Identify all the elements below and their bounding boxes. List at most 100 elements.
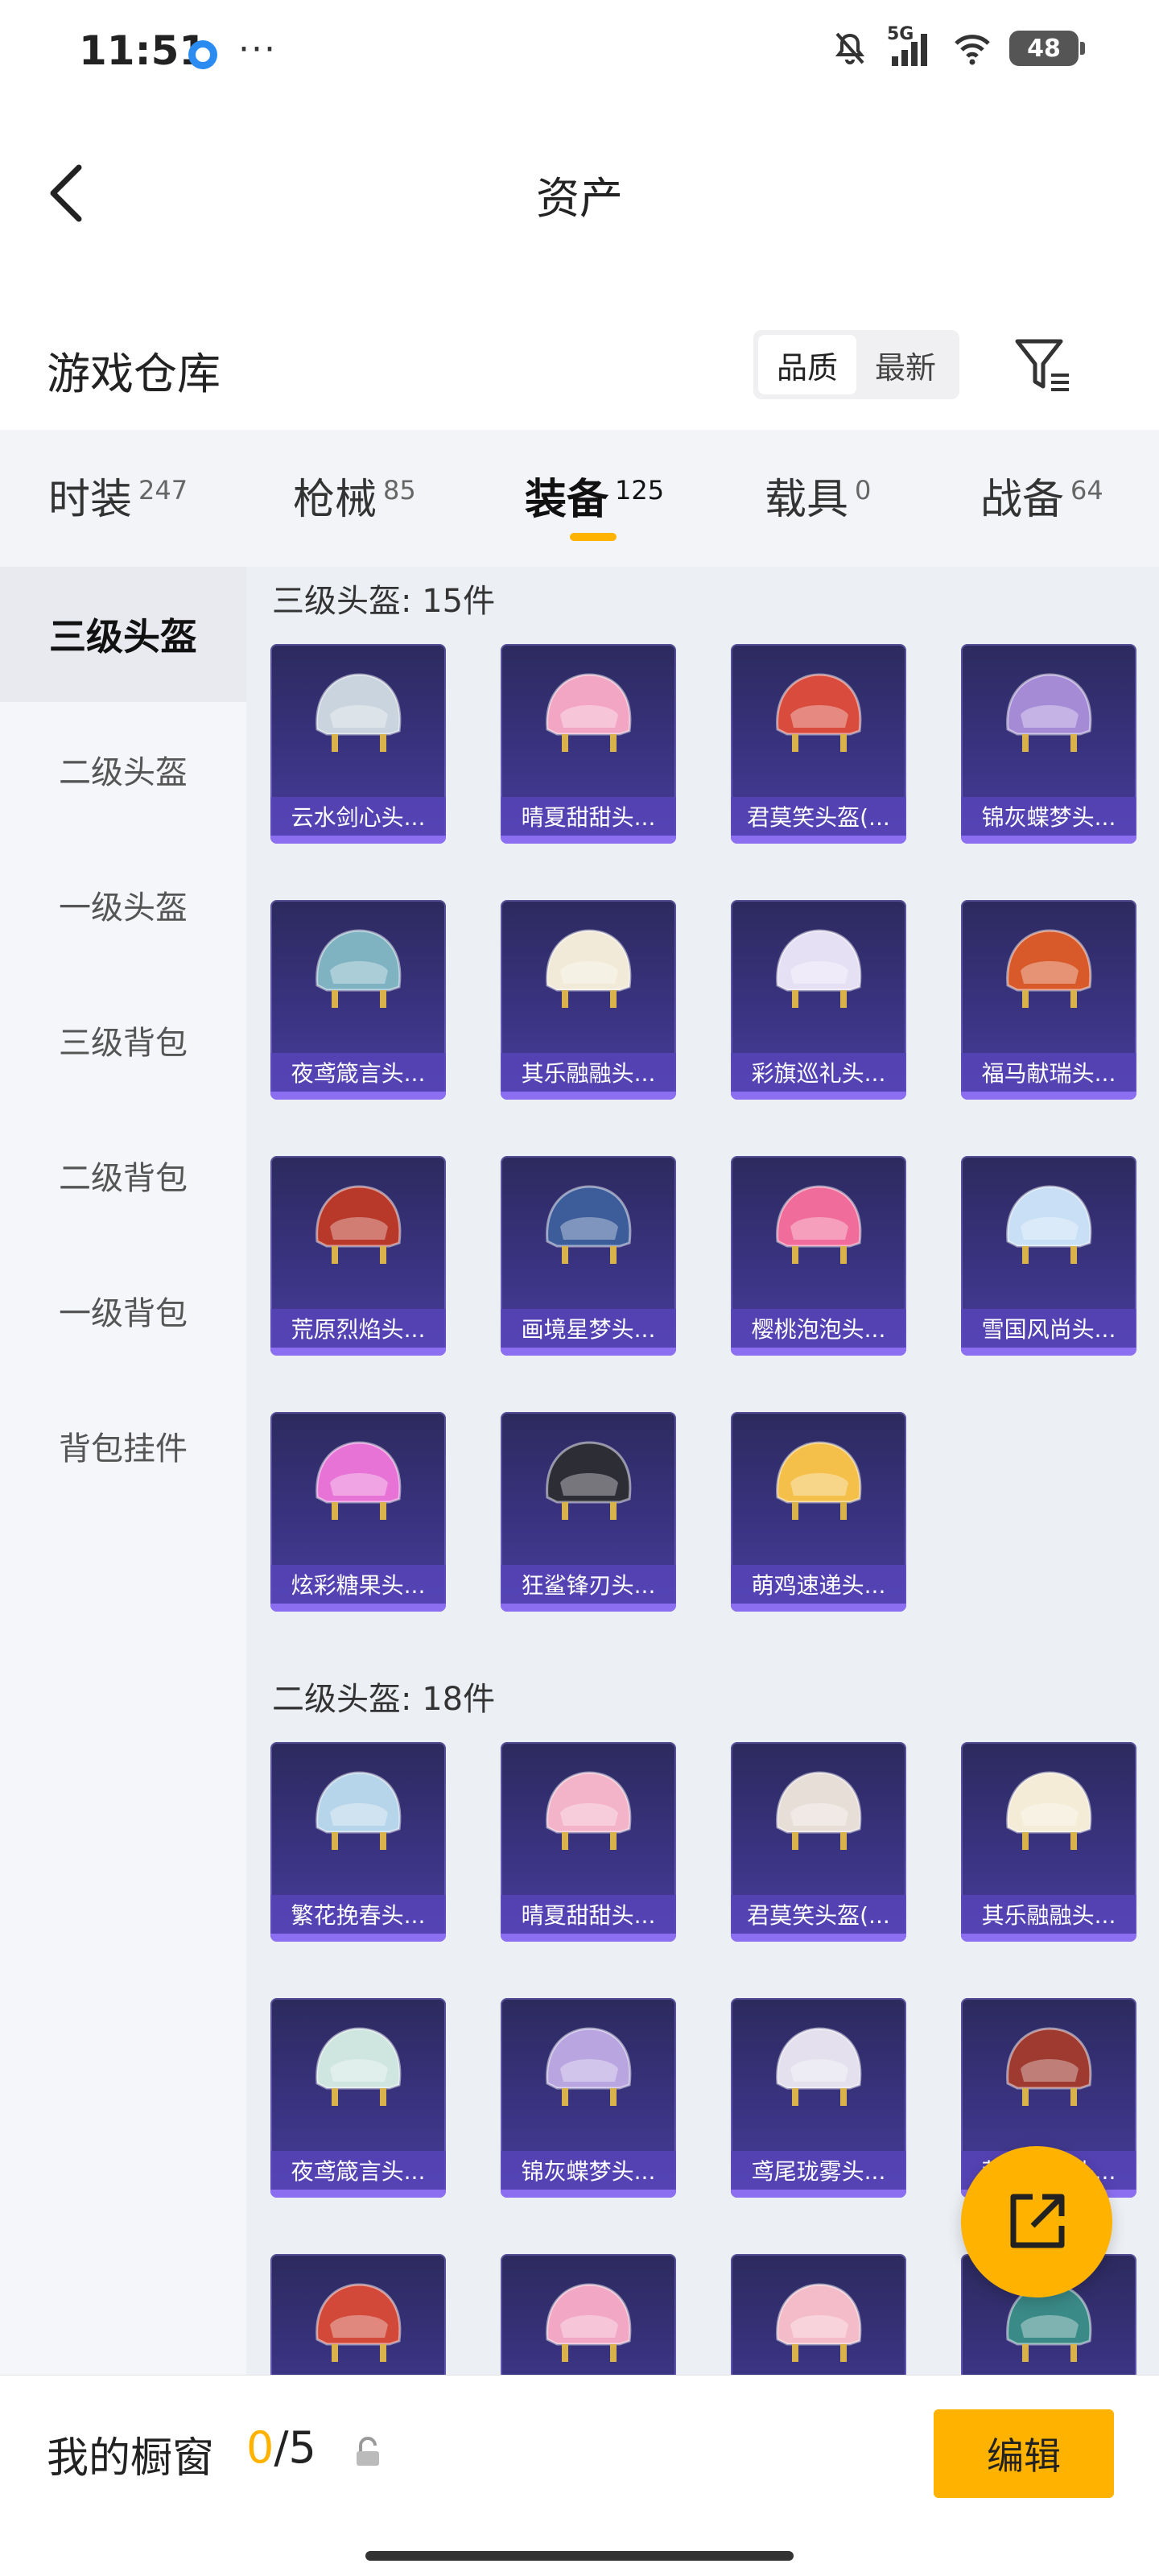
rarity-bar [961, 1348, 1136, 1356]
edit-button[interactable]: 编辑 [934, 2409, 1114, 2498]
wifi-icon [955, 35, 990, 65]
showcase-count: 0/5 [246, 2422, 316, 2473]
rarity-bar [501, 1348, 676, 1356]
status-time: 11:51 [79, 27, 208, 74]
item-card[interactable]: 鸢尾珑雾头... [731, 1998, 906, 2198]
helmet-icon [776, 1771, 862, 1850]
item-card[interactable]: 福马献瑞头... [961, 900, 1136, 1100]
item-card[interactable] [501, 2254, 676, 2375]
rarity-bar [501, 836, 676, 844]
tab-count: 125 [615, 474, 665, 506]
item-card[interactable]: 炫彩糖果头... [270, 1412, 446, 1612]
sidebar-item-level2-backpack[interactable]: 二级背包 [0, 1108, 246, 1243]
category-tabs: 时装 247 枪械 85 装备 125 载具 0 战备 64 [0, 430, 1159, 567]
tab-equipment[interactable]: 装备 125 [525, 465, 664, 526]
mute-bell-icon [835, 32, 865, 64]
warehouse-title: 游戏仓库 [47, 349, 221, 399]
item-card[interactable]: 彩旗巡礼头... [731, 900, 906, 1100]
tab-vehicles[interactable]: 载具 0 [765, 465, 871, 526]
app-notification-icon [188, 40, 217, 69]
item-name: 雪国风尚头... [961, 1309, 1136, 1348]
sidebar-item-level3-backpack[interactable]: 三级背包 [0, 972, 246, 1108]
item-card[interactable]: 荒原烈焰头... [270, 1156, 446, 1356]
helmet-icon [776, 1441, 862, 1520]
sort-quality-option[interactable]: 品质 [758, 335, 856, 394]
item-name: 锦灰蝶梦头... [501, 2151, 676, 2190]
rarity-bar [731, 1604, 906, 1612]
sidebar-item-level1-helmet[interactable]: 一级头盔 [0, 837, 246, 972]
battery-icon: 48 [1009, 31, 1085, 66]
sidebar-item-level1-backpack[interactable]: 一级背包 [0, 1243, 246, 1378]
item-card[interactable]: 君莫笑头盔(... [731, 1742, 906, 1942]
item-card[interactable]: 画境星梦头... [501, 1156, 676, 1356]
showcase-count-total: /5 [274, 2422, 316, 2473]
active-tab-indicator [570, 533, 617, 541]
item-card[interactable] [270, 2254, 446, 2375]
filter-icon[interactable] [1011, 333, 1075, 398]
rarity-bar [961, 1934, 1136, 1942]
helmet-icon [316, 2027, 402, 2106]
item-card[interactable] [731, 2254, 906, 2375]
tab-firearms[interactable]: 枪械 85 [293, 465, 416, 526]
sidebar-item-level2-helmet[interactable]: 二级头盔 [0, 702, 246, 837]
tab-label: 时装 [48, 476, 133, 524]
item-card[interactable]: 樱桃泡泡头... [731, 1156, 906, 1356]
status-bar: 11:51 ··· 5G 48 [0, 0, 1159, 105]
rarity-bar [270, 1092, 446, 1100]
helmet-icon [776, 2283, 862, 2362]
item-name: 其乐融融头... [501, 1053, 676, 1092]
rarity-bar [731, 1348, 906, 1356]
item-card[interactable]: 其乐融融头... [961, 1742, 1136, 1942]
sidebar-item-level3-helmet[interactable]: 三级头盔 [0, 567, 246, 702]
item-name: 云水剑心头... [270, 797, 446, 836]
tab-battle-gear[interactable]: 战备 64 [980, 465, 1103, 526]
network-label: 5G [887, 24, 914, 44]
signal-icon: 5G [887, 24, 935, 68]
tab-count: 64 [1070, 474, 1103, 506]
rarity-bar [270, 836, 446, 844]
page-title: 资产 [536, 173, 623, 224]
item-name: 夜鸢箴言头... [270, 1053, 446, 1092]
helmet-icon [316, 673, 402, 752]
header: 资产 [0, 129, 1159, 250]
rarity-bar [270, 1348, 446, 1356]
tab-fashion[interactable]: 时装 247 [48, 465, 188, 526]
section-title: 三级头盔: 15件 [272, 583, 496, 620]
item-card[interactable]: 雪国风尚头... [961, 1156, 1136, 1356]
share-button[interactable] [961, 2146, 1112, 2297]
rarity-bar [731, 1934, 906, 1942]
item-card[interactable]: 繁花挽春头... [270, 1742, 446, 1942]
item-name: 君莫笑头盔(... [731, 797, 906, 836]
item-card[interactable]: 夜鸢箴言头... [270, 900, 446, 1100]
rarity-bar [731, 836, 906, 844]
item-name: 夜鸢箴言头... [270, 2151, 446, 2190]
showcase-count-current: 0 [246, 2422, 274, 2473]
rarity-bar [731, 1092, 906, 1100]
helmet-icon [316, 1185, 402, 1264]
helmet-icon [1006, 1185, 1092, 1264]
item-name: 荒原烈焰头... [270, 1309, 446, 1348]
rarity-bar [270, 2190, 446, 2198]
rarity-bar [270, 1604, 446, 1612]
item-name: 彩旗巡礼头... [731, 1053, 906, 1092]
item-card[interactable]: 狂鲨锋刃头... [501, 1412, 676, 1612]
item-card[interactable]: 君莫笑头盔(... [731, 644, 906, 844]
sort-newest-option[interactable]: 最新 [856, 335, 955, 394]
helmet-icon [546, 1441, 632, 1520]
item-card[interactable]: 萌鸡速递头... [731, 1412, 906, 1612]
item-card[interactable]: 其乐融融头... [501, 900, 676, 1100]
item-card[interactable]: 锦灰蝶梦头... [961, 644, 1136, 844]
helmet-icon [1006, 929, 1092, 1008]
helmet-icon [1006, 2027, 1092, 2106]
sidebar-item-backpack-charm[interactable]: 背包挂件 [0, 1378, 246, 1513]
item-card[interactable]: 晴夏甜甜头... [501, 1742, 676, 1942]
item-card[interactable]: 云水剑心头... [270, 644, 446, 844]
helmet-icon [776, 2027, 862, 2106]
item-card[interactable]: 夜鸢箴言头... [270, 1998, 446, 2198]
item-name: 画境星梦头... [501, 1309, 676, 1348]
section-title: 二级头盔: 18件 [272, 1681, 496, 1718]
item-card[interactable]: 晴夏甜甜头... [501, 644, 676, 844]
item-name: 锦灰蝶梦头... [961, 797, 1136, 836]
item-card[interactable]: 锦灰蝶梦头... [501, 1998, 676, 2198]
showcase-title: 我的橱窗 [47, 2434, 215, 2483]
